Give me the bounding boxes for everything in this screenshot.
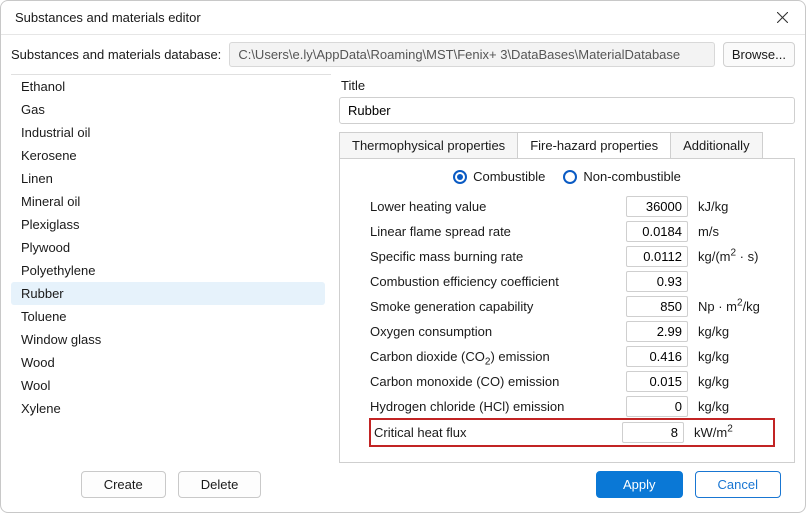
list-item[interactable]: Industrial oil [11, 121, 325, 144]
tab[interactable]: Fire-hazard properties [517, 132, 671, 158]
list-item[interactable]: Ethanol [11, 75, 325, 98]
list-item[interactable]: Polyethylene [11, 259, 325, 282]
property-unit: kJ/kg [698, 199, 774, 214]
property-label: Carbon dioxide (CO2) emission [370, 349, 616, 364]
property-unit: Np · m2/kg [698, 299, 774, 314]
property-unit: kW/m2 [694, 425, 770, 440]
property-row: Oxygen consumption kg/kg [370, 319, 774, 344]
radio-combustible[interactable]: Combustible [453, 169, 545, 184]
property-row: Combustion efficiency coefficient [370, 269, 774, 294]
close-icon [777, 12, 788, 23]
property-label: Oxygen consumption [370, 324, 616, 339]
left-buttons: Create Delete [11, 459, 331, 512]
browse-button[interactable]: Browse... [723, 42, 795, 67]
right-panel: Title Thermophysical propertiesFire-haza… [339, 74, 795, 512]
list-item[interactable]: Window glass [11, 328, 325, 351]
property-row: Hydrogen chloride (HCl) emission kg/kg [370, 394, 774, 419]
list-item[interactable]: Gas [11, 98, 325, 121]
property-input[interactable] [622, 422, 684, 443]
property-input[interactable] [626, 221, 688, 242]
property-label: Critical heat flux [374, 425, 612, 440]
property-row: Carbon monoxide (CO) emission kg/kg [370, 369, 774, 394]
tab[interactable]: Thermophysical properties [339, 132, 518, 158]
materials-list[interactable]: EthanolGasIndustrial oilKeroseneLinenMin… [11, 75, 331, 459]
create-button[interactable]: Create [81, 471, 166, 498]
property-unit: kg/(m2 · s) [698, 249, 774, 264]
property-unit: kg/kg [698, 349, 774, 364]
property-row: Critical heat flux kW/m2 [370, 419, 774, 446]
property-label: Specific mass burning rate [370, 249, 616, 264]
combustible-radio-group: Combustible Non-combustible [340, 159, 794, 190]
radio-off-icon [563, 170, 577, 184]
radio-noncombustible[interactable]: Non-combustible [563, 169, 681, 184]
content-area: EthanolGasIndustrial oilKeroseneLinenMin… [1, 74, 805, 512]
list-item[interactable]: Xylene [11, 397, 325, 420]
property-input[interactable] [626, 271, 688, 292]
list-item[interactable]: Plexiglass [11, 213, 325, 236]
property-label: Carbon monoxide (CO) emission [370, 374, 616, 389]
cancel-button[interactable]: Cancel [695, 471, 781, 498]
property-row: Carbon dioxide (CO2) emission kg/kg [370, 344, 774, 369]
properties-list: Lower heating value kJ/kg Linear flame spr… [340, 190, 794, 462]
list-item[interactable]: Kerosene [11, 144, 325, 167]
property-input[interactable] [626, 296, 688, 317]
property-row: Smoke generation capability Np · m2/kg [370, 294, 774, 319]
property-label: Lower heating value [370, 199, 616, 214]
property-input[interactable] [626, 246, 688, 267]
database-bar: Substances and materials database: C:\Us… [1, 35, 805, 74]
list-item[interactable]: Toluene [11, 305, 325, 328]
property-row: Linear flame spread rate m/s [370, 219, 774, 244]
property-label: Smoke generation capability [370, 299, 616, 314]
property-input[interactable] [626, 371, 688, 392]
title-field-label: Title [339, 74, 795, 97]
property-label: Hydrogen chloride (HCl) emission [370, 399, 616, 414]
property-input[interactable] [626, 321, 688, 342]
tab-body: Combustible Non-combustible Lower heatin… [339, 158, 795, 463]
property-label: Combustion efficiency coefficient [370, 274, 616, 289]
tabs: Thermophysical propertiesFire-hazard pro… [339, 132, 795, 158]
property-unit: m/s [698, 224, 774, 239]
radio-on-icon [453, 170, 467, 184]
property-input[interactable] [626, 346, 688, 367]
footer-buttons: Apply Cancel [339, 463, 795, 512]
list-item[interactable]: Rubber [11, 282, 325, 305]
radio-noncombustible-label: Non-combustible [583, 169, 681, 184]
list-item[interactable]: Linen [11, 167, 325, 190]
tabs-container: Thermophysical propertiesFire-hazard pro… [339, 132, 795, 463]
property-row: Specific mass burning rate kg/(m2 · s) [370, 244, 774, 269]
titlebar: Substances and materials editor [1, 1, 805, 35]
close-button[interactable] [759, 1, 805, 35]
list-item[interactable]: Plywood [11, 236, 325, 259]
window-title: Substances and materials editor [15, 10, 759, 25]
delete-button[interactable]: Delete [178, 471, 262, 498]
property-unit: kg/kg [698, 324, 774, 339]
property-label: Linear flame spread rate [370, 224, 616, 239]
left-panel: EthanolGasIndustrial oilKeroseneLinenMin… [11, 74, 331, 512]
radio-combustible-label: Combustible [473, 169, 545, 184]
tab[interactable]: Additionally [670, 132, 763, 158]
editor-window: Substances and materials editor Substanc… [0, 0, 806, 513]
list-item[interactable]: Wool [11, 374, 325, 397]
materials-list-container: EthanolGasIndustrial oilKeroseneLinenMin… [11, 74, 331, 459]
list-item[interactable]: Mineral oil [11, 190, 325, 213]
database-label: Substances and materials database: [11, 47, 221, 62]
list-item[interactable]: Wood [11, 351, 325, 374]
property-input[interactable] [626, 196, 688, 217]
property-row: Lower heating value kJ/kg [370, 194, 774, 219]
title-input[interactable] [339, 97, 795, 124]
property-unit: kg/kg [698, 399, 774, 414]
apply-button[interactable]: Apply [596, 471, 683, 498]
property-unit: kg/kg [698, 374, 774, 389]
property-input[interactable] [626, 396, 688, 417]
database-path-field[interactable]: C:\Users\e.ly\AppData\Roaming\MST\Fenix+… [229, 42, 715, 67]
